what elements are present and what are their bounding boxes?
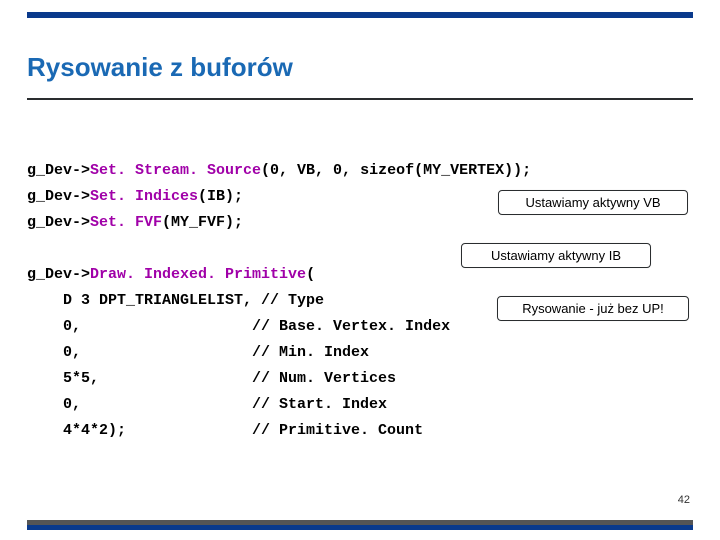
code-obj: g_Dev-> — [27, 266, 90, 283]
page-number: 42 — [678, 494, 690, 506]
callout-draw: Rysowanie - już bez UP! — [497, 296, 689, 321]
code-obj: g_Dev-> — [27, 162, 90, 179]
code-rest: ( — [306, 266, 315, 283]
code-keyword: Set. Stream. Source — [90, 162, 261, 179]
bottom-accent-bar — [27, 520, 693, 530]
code-keyword: Set. FVF — [90, 214, 162, 231]
code-obj: g_Dev-> — [27, 214, 90, 231]
code-line: D 3 DPT_TRIANGLELIST, // Type — [27, 292, 324, 309]
code-line: 0, // Start. Index — [27, 396, 387, 413]
top-accent-bar — [27, 12, 693, 18]
callout-active-ib: Ustawiamy aktywny IB — [461, 243, 651, 268]
code-keyword: Draw. Indexed. Primitive — [90, 266, 306, 283]
code-line: 4*4*2); // Primitive. Count — [27, 422, 423, 439]
code-line: 5*5, // Num. Vertices — [27, 370, 396, 387]
code-rest: (MY_FVF); — [162, 214, 243, 231]
slide-title: Rysowanie z buforów — [27, 52, 293, 83]
callout-active-vb: Ustawiamy aktywny VB — [498, 190, 688, 215]
code-line: 0, // Min. Index — [27, 344, 369, 361]
code-obj: g_Dev-> — [27, 188, 90, 205]
code-keyword: Set. Indices — [90, 188, 198, 205]
code-line: 0, // Base. Vertex. Index — [27, 318, 450, 335]
title-underline — [27, 98, 693, 100]
code-rest: (0, VB, 0, sizeof(MY_VERTEX)); — [261, 162, 531, 179]
code-rest: (IB); — [198, 188, 243, 205]
slide: Rysowanie z buforów g_Dev->Set. Stream. … — [0, 0, 720, 540]
